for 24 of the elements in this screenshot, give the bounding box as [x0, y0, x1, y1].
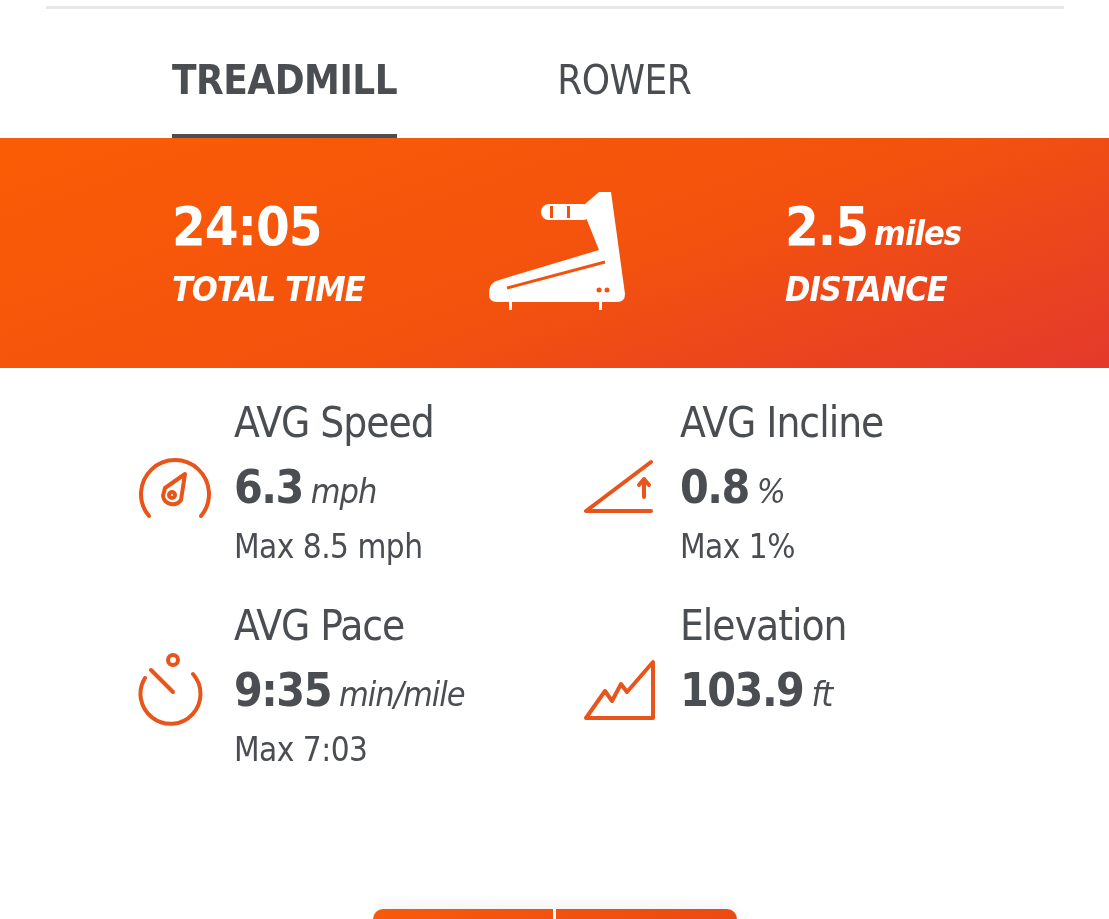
stat-unit: min/mile — [338, 675, 465, 714]
stat-title: Elevation — [680, 600, 848, 651]
stat-unit: mph — [310, 473, 377, 511]
stat-title: AVG Incline — [680, 398, 885, 449]
tab[interactable]: ROWER — [557, 60, 692, 138]
total-time-label: TOTAL TIME — [172, 272, 366, 306]
distance-label: DISTANCE — [785, 272, 949, 306]
stat-title: AVG Speed — [234, 398, 435, 449]
stat-value: 6.3 — [234, 462, 303, 513]
stat-value: 0.8 — [680, 462, 749, 513]
distance-value: 2.5 — [785, 200, 869, 254]
stat-max: Max 1% — [680, 527, 796, 567]
mountain-chart-icon — [583, 657, 657, 722]
stat-unit: ft — [811, 675, 833, 714]
incline-icon — [583, 459, 655, 516]
stat-value: 9:35 — [234, 664, 331, 716]
stat-title: AVG Pace — [234, 600, 406, 651]
distance-unit: miles — [874, 216, 961, 250]
stat-value: 103.9 — [680, 664, 804, 716]
stat-unit: % — [756, 473, 785, 511]
action-button[interactable] — [372, 909, 737, 919]
stat-max: Max 7:03 — [234, 729, 369, 770]
stat-max: Max 8.5 mph — [234, 527, 424, 567]
total-time-value: 24:05 — [172, 200, 323, 254]
